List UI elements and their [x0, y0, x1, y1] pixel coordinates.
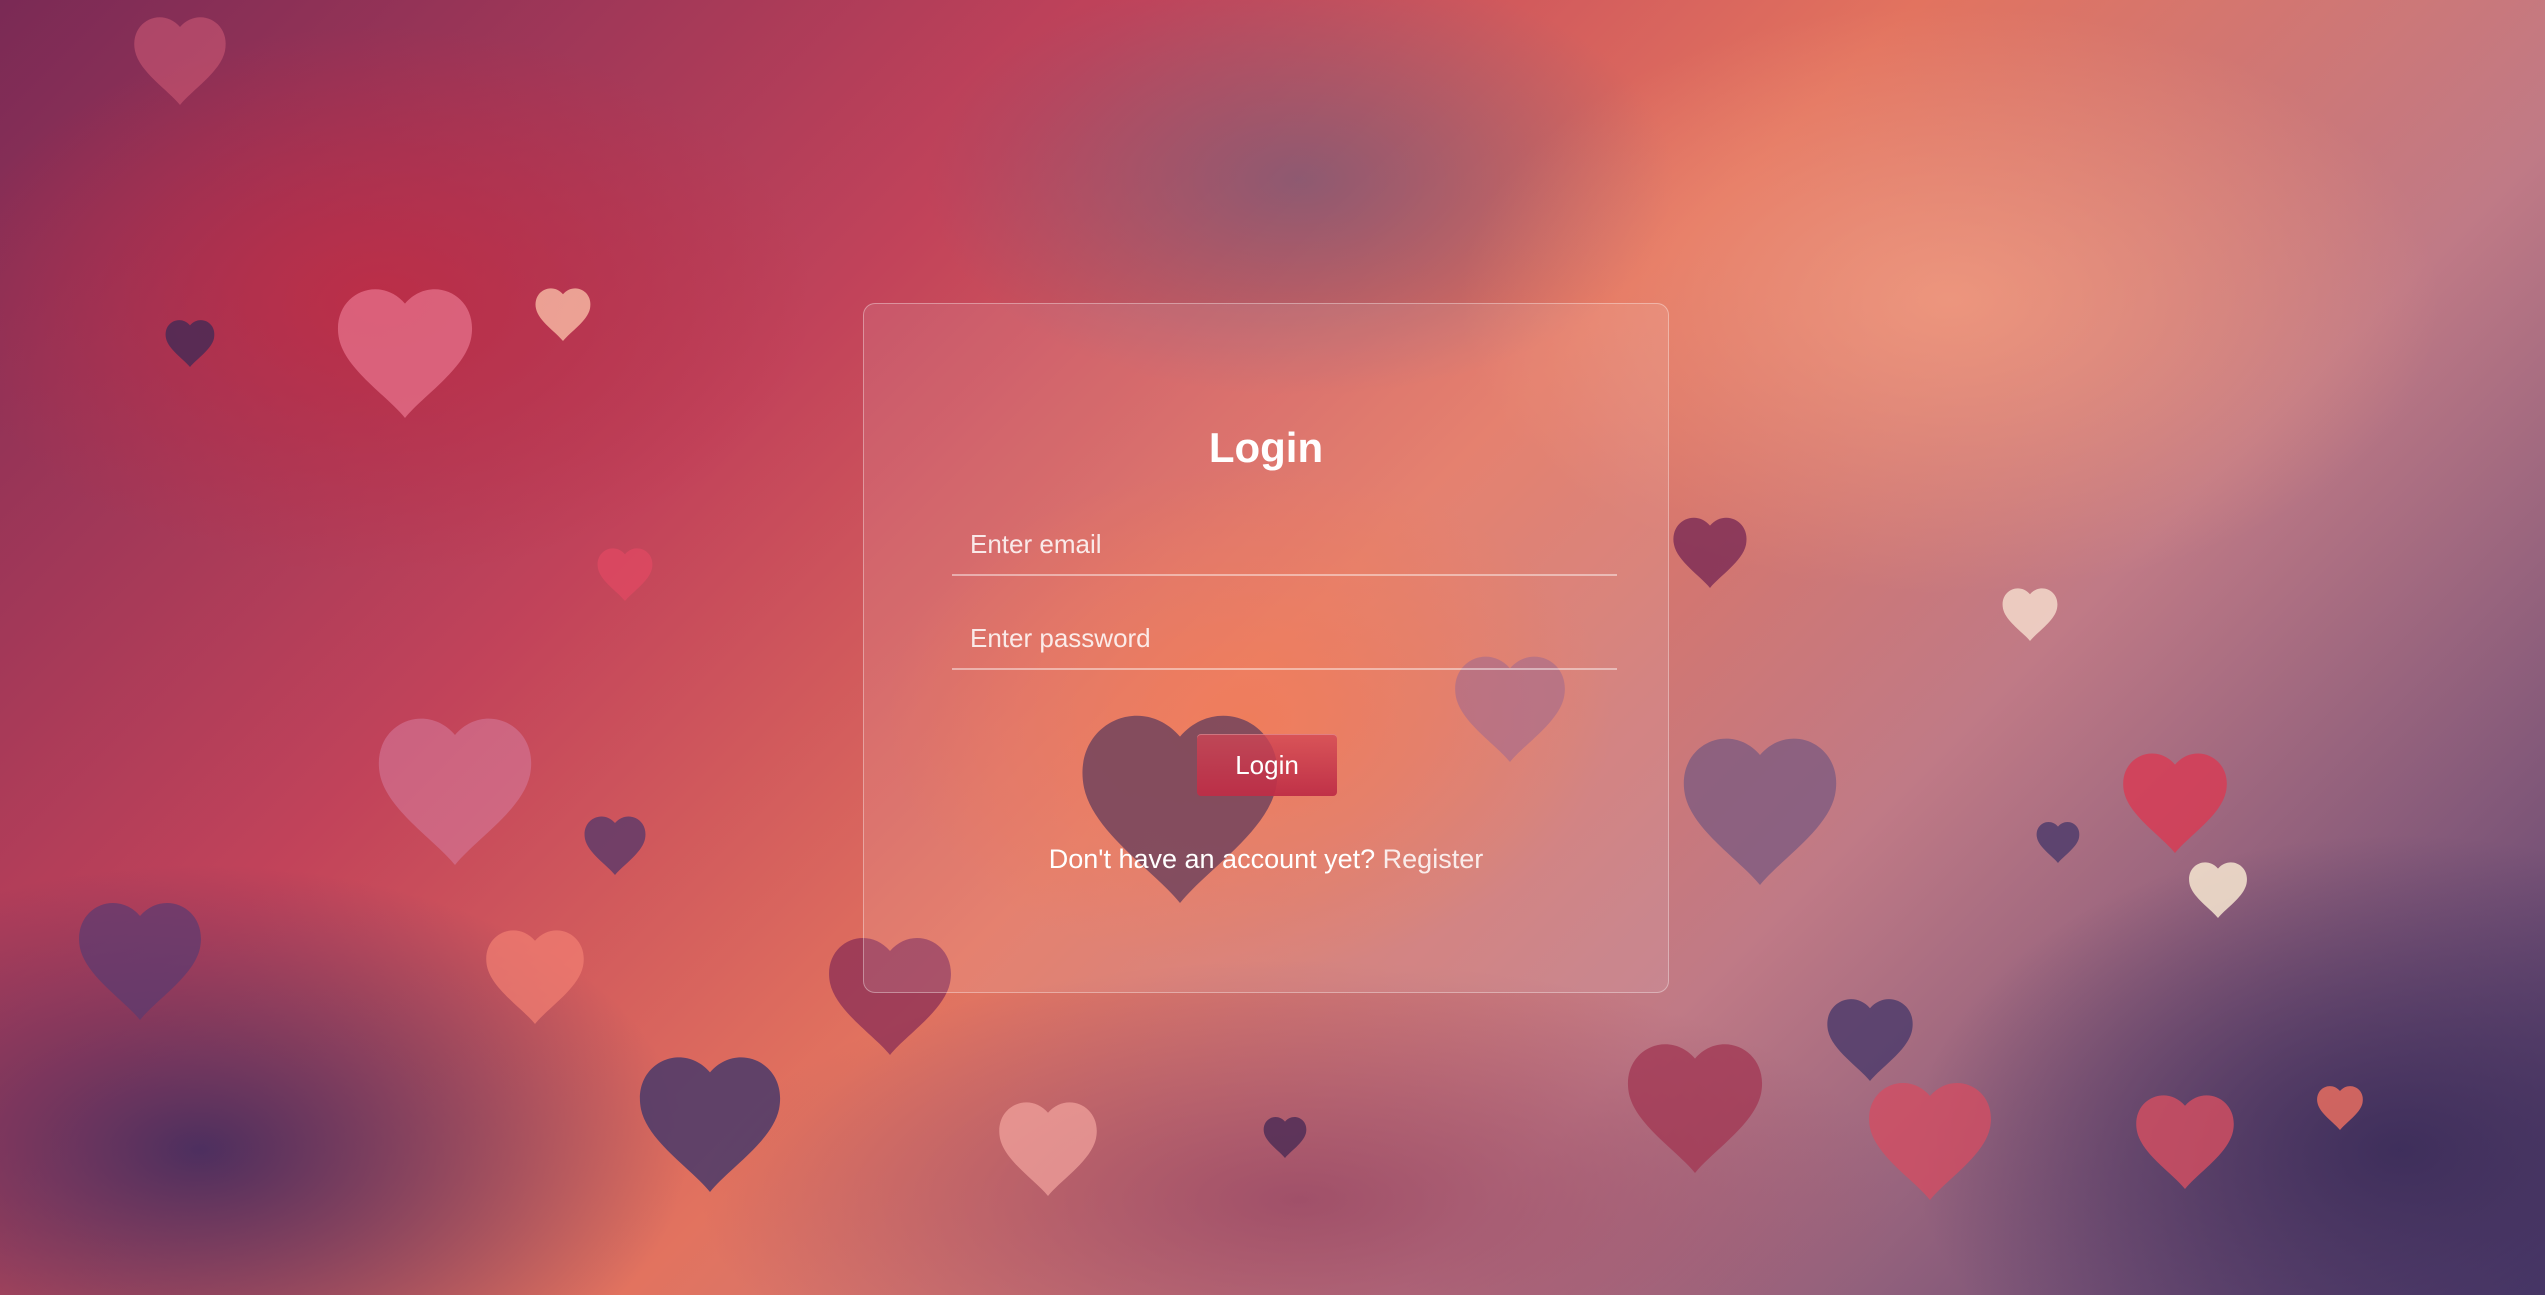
register-prompt-line: Don't have an account yet? Register [864, 844, 1668, 875]
login-title: Login [1208, 424, 1324, 471]
password-input[interactable] [952, 608, 1617, 670]
login-button[interactable]: Login [1197, 734, 1337, 796]
email-input[interactable] [952, 514, 1617, 576]
register-link[interactable]: Register [1383, 844, 1484, 874]
register-prompt-text: Don't have an account yet? [1048, 844, 1376, 874]
login-panel: Login Login Don't have an account yet? R… [863, 303, 1669, 993]
